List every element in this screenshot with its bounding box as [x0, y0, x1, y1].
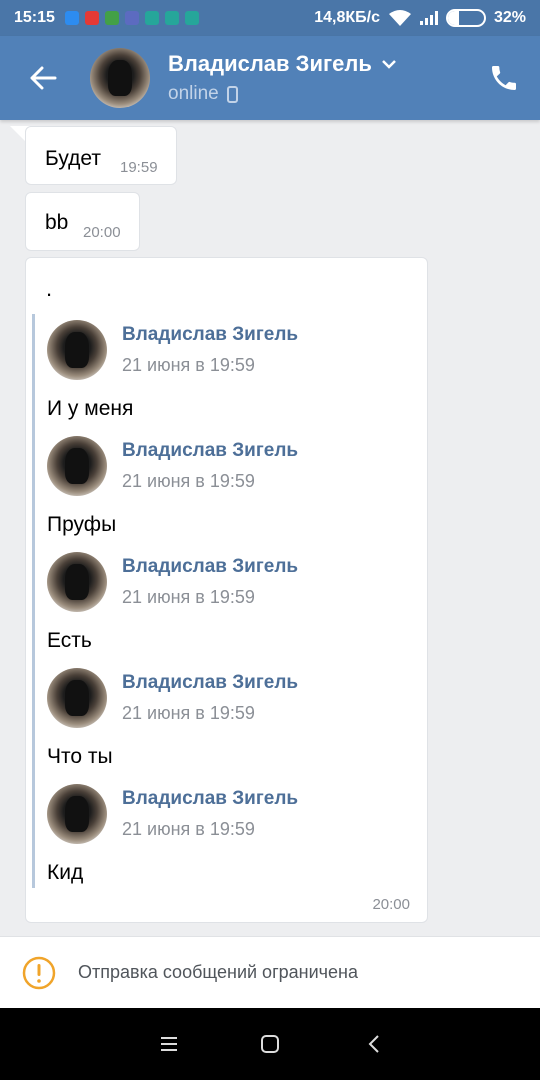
- signal-icon: [419, 11, 438, 25]
- avatar[interactable]: [90, 48, 150, 108]
- back-button[interactable]: [0, 36, 86, 120]
- network-speed: 14,8КБ/с: [314, 9, 380, 26]
- message-time: 20:00: [372, 896, 410, 913]
- avatar[interactable]: [47, 552, 107, 612]
- forwarded-author[interactable]: Владислав Зигель: [122, 672, 298, 694]
- battery-percent: 32%: [493, 9, 526, 26]
- forwarded-message-bubble[interactable]: . Владислав Зигель 21 июня в 19:59 И у м…: [25, 257, 428, 923]
- system-navbar: [0, 1008, 540, 1080]
- notification-icon: [104, 11, 119, 25]
- forwarded-author[interactable]: Владислав Зигель: [122, 324, 298, 346]
- restriction-banner: Отправка сообщений ограничена: [0, 936, 540, 1008]
- forwarded-date: 21 июня в 19:59: [122, 471, 255, 491]
- forwarded-date: 21 июня в 19:59: [122, 819, 255, 839]
- forwarded-author[interactable]: Владислав Зигель: [122, 440, 298, 462]
- warning-icon: [22, 956, 56, 989]
- notification-icon: [84, 11, 99, 25]
- contact-status: online: [168, 83, 219, 104]
- notification-icon: [64, 11, 79, 25]
- message-text: bb: [45, 211, 69, 234]
- message-bubble[interactable]: bb 20:00: [25, 192, 140, 251]
- forwarded-author[interactable]: Владислав Зигель: [122, 556, 298, 578]
- avatar[interactable]: [47, 436, 107, 496]
- restriction-text: Отправка сообщений ограничена: [78, 962, 358, 982]
- home-icon[interactable]: [258, 1032, 282, 1056]
- contact-name: Владислав Зигель: [168, 51, 372, 76]
- phone-icon[interactable]: [488, 62, 520, 94]
- forwarded-text: Пруфы: [47, 513, 117, 536]
- forwarded-date: 21 июня в 19:59: [122, 587, 255, 607]
- status-time: 15:15: [14, 9, 55, 26]
- forwarded-text: И у меня: [47, 397, 134, 420]
- message-bubble[interactable]: Будет 19:59: [25, 126, 177, 185]
- notification-icon: [164, 11, 179, 25]
- message-time: 19:59: [120, 159, 158, 176]
- notification-icons: [64, 11, 199, 25]
- avatar[interactable]: [47, 784, 107, 844]
- message-text: .: [46, 276, 53, 301]
- notification-icon: [144, 11, 159, 25]
- forwarded-text: Есть: [47, 629, 92, 652]
- battery-icon: [445, 9, 486, 27]
- chevron-down-icon: [382, 59, 396, 69]
- forwarded-text: Что ты: [47, 745, 113, 768]
- notification-icon: [184, 11, 199, 25]
- forwarded-date: 21 июня в 19:59: [122, 355, 255, 375]
- chat-title[interactable]: Владислав Зигель online: [168, 51, 396, 105]
- chat-header: Владислав Зигель online: [0, 36, 540, 120]
- forwarded-date: 21 июня в 19:59: [122, 703, 255, 723]
- forwarded-author[interactable]: Владислав Зигель: [122, 788, 298, 810]
- forward-indicator-line: [32, 314, 35, 888]
- status-bar: 15:15 14,8КБ/с 32%: [0, 0, 540, 36]
- arrow-left-icon: [30, 66, 57, 90]
- mobile-icon: [226, 85, 238, 103]
- avatar[interactable]: [47, 668, 107, 728]
- avatar[interactable]: [47, 320, 107, 380]
- message-text: Будет: [45, 147, 101, 170]
- wifi-icon: [388, 10, 411, 26]
- back-icon[interactable]: [363, 1032, 387, 1056]
- message-time: 20:00: [83, 224, 121, 241]
- menu-icon[interactable]: [157, 1032, 181, 1056]
- notification-icon: [124, 11, 139, 25]
- forwarded-text: Кид: [47, 861, 84, 884]
